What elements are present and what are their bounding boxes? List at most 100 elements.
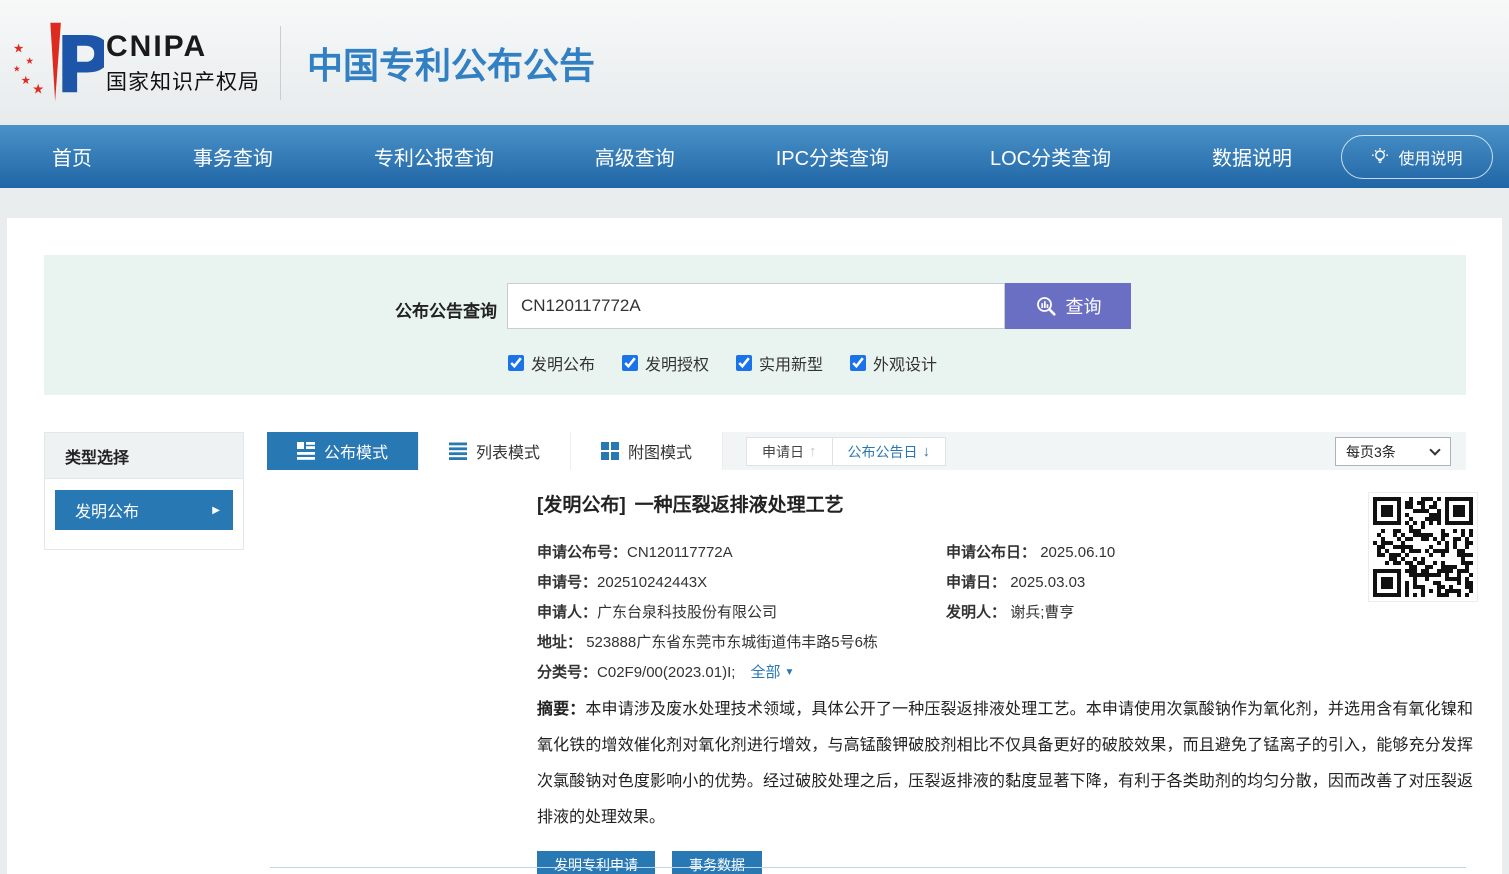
field-row: 地址： 523888广东省东莞市东城街道伟丰路5号6栋 [537, 628, 1473, 658]
help-button[interactable]: 使用说明 [1341, 135, 1493, 179]
patent-title[interactable]: [发明公布] 一种压裂返排液处理工艺 [537, 490, 1473, 517]
applicant: 广东台泉科技股份有限公司 [597, 598, 777, 628]
nav-item-advanced-query[interactable]: 高级查询 [595, 142, 675, 171]
nav-item-gazette-query[interactable]: 专利公报查询 [374, 142, 494, 171]
checkbox-invention-grant[interactable] [622, 355, 638, 371]
tab-publication-mode[interactable]: 公布模式 [267, 432, 419, 470]
action-row: 发明专利申请 事务数据 [537, 851, 1473, 874]
sidebar-item-label: 发明公布 [75, 498, 139, 522]
figure-mode-icon [601, 442, 619, 460]
search-chart-icon [1035, 295, 1057, 317]
filter-invention-grant[interactable]: 发明授权 [622, 351, 709, 375]
abstract-label: 摘要： [537, 701, 585, 718]
field-row: 分类号： C02F9/00(2023.01)I; 全部 ▼ [537, 658, 1473, 688]
filter-invention-publication[interactable]: 发明公布 [508, 351, 595, 375]
sort-label: 申请日 [762, 442, 804, 462]
nav-item-loc-query[interactable]: LOC分类查询 [990, 142, 1111, 171]
sort-by-application-date[interactable]: 申请日 ↑ [747, 438, 832, 465]
field-row: 申请公布号： CN120117772A 申请公布日： 2025.06.10 [537, 538, 1473, 568]
search-input[interactable] [507, 283, 1005, 329]
svg-text:★: ★ [32, 81, 44, 96]
triangle-down-icon: ▼ [784, 658, 794, 688]
sort-by-publication-date[interactable]: 公布公告日 ↓ [832, 438, 946, 465]
svg-text:★: ★ [13, 63, 21, 73]
site-header: ★ ★ ★ ★ ★ P CNIPA 国家知识产权局 中国专利公布公告 [0, 0, 1509, 125]
filter-label: 外观设计 [873, 351, 937, 375]
field-row: 申请号： 202510242443X 申请日： 2025.03.03 [537, 568, 1473, 598]
checkbox-utility-model[interactable] [736, 355, 752, 371]
search-button[interactable]: 查询 [1005, 283, 1131, 329]
search-button-label: 查询 [1066, 293, 1102, 319]
page: ★ ★ ★ ★ ★ P CNIPA 国家知识产权局 中国专利公布公告 首页 事务… [0, 0, 1509, 874]
abstract-text: 本申请涉及废水处理技术领域，具体公开了一种压裂返排液处理工艺。本申请使用次氯酸钠… [537, 701, 1473, 826]
tab-label: 附图模式 [628, 439, 692, 463]
chevron-right-icon: ▶ [212, 505, 220, 516]
nav-item-transaction-query[interactable]: 事务查询 [193, 142, 273, 171]
sort-label: 公布公告日 [848, 442, 918, 462]
tab-label: 公布模式 [324, 439, 388, 463]
nav-item-data-description[interactable]: 数据说明 [1212, 142, 1292, 171]
checkbox-invention-publication[interactable] [508, 355, 524, 371]
logo-text: CNIPA 国家知识产权局 [106, 30, 260, 96]
sort-up-icon: ↑ [809, 443, 817, 460]
checkbox-design[interactable] [850, 355, 866, 371]
filter-label: 发明授权 [645, 351, 709, 375]
qr-code [1368, 492, 1478, 602]
content-card: 公布公告查询 查询 发明公布 发明授权 [7, 218, 1502, 874]
field-row: 申请人： 广东台泉科技股份有限公司 发明人： 谢兵;曹亨 [537, 598, 1473, 628]
type-sidebar: 类型选择 发明公布 ▶ [44, 432, 244, 550]
field-label: 申请日： [946, 574, 1006, 591]
page-size-select[interactable]: 每页3条 [1335, 437, 1451, 466]
result-divider [270, 867, 1466, 868]
svg-text:★: ★ [25, 55, 34, 66]
tab-figure-mode[interactable]: 附图模式 [571, 432, 723, 470]
logo-acronym: CNIPA [106, 30, 260, 64]
search-label: 公布公告查询 [44, 297, 497, 322]
field-label: 申请公布号： [537, 538, 627, 568]
nav-items: 首页 事务查询 专利公报查询 高级查询 IPC分类查询 LOC分类查询 数据说明 [52, 125, 1292, 188]
patent-type-badge: [发明公布] [537, 495, 626, 516]
publication-number: CN120117772A [627, 538, 733, 568]
cnipa-emblem-icon: ★ ★ ★ ★ ★ P [12, 17, 104, 109]
field-label: 分类号： [537, 658, 597, 688]
nav-item-ipc-query[interactable]: IPC分类查询 [776, 142, 889, 171]
filter-design[interactable]: 外观设计 [850, 351, 937, 375]
search-panel: 公布公告查询 查询 发明公布 发明授权 [44, 255, 1466, 395]
sort-controls: 申请日 ↑ 公布公告日 ↓ [746, 437, 946, 466]
cnipa-logo[interactable]: ★ ★ ★ ★ ★ P CNIPA 国家知识产权局 [12, 17, 260, 109]
invention-application-button[interactable]: 发明专利申请 [537, 851, 655, 874]
publication-mode-icon [297, 442, 315, 460]
abstract: 摘要：本申请涉及废水处理技术领域，具体公开了一种压裂返排液处理工艺。本申请使用次… [537, 692, 1473, 836]
nav-item-home[interactable]: 首页 [52, 142, 92, 171]
sidebar-title: 类型选择 [45, 433, 243, 479]
sidebar-item-invention-publication[interactable]: 发明公布 ▶ [55, 490, 233, 530]
svg-text:★: ★ [13, 41, 24, 55]
transaction-data-button[interactable]: 事务数据 [672, 851, 762, 874]
publication-date: 2025.06.10 [1040, 544, 1115, 561]
filter-label: 发明公布 [531, 351, 595, 375]
application-number: 202510242443X [597, 568, 707, 598]
sort-down-icon: ↓ [923, 443, 931, 460]
tab-label: 列表模式 [476, 439, 540, 463]
list-mode-icon [449, 442, 467, 460]
filter-label: 实用新型 [759, 351, 823, 375]
field-label: 申请公布日： [946, 544, 1036, 561]
patent-type-filters: 发明公布 发明授权 实用新型 外观设计 [508, 351, 937, 375]
field-label: 地址： [537, 634, 582, 651]
patent-title-text: 一种压裂返排液处理工艺 [635, 495, 844, 516]
help-button-label: 使用说明 [1398, 145, 1462, 169]
patent-result-item: [发明公布] 一种压裂返排液处理工艺 申请公布号： CN120117772A 申请… [537, 490, 1473, 874]
page-size-select-wrap: 每页3条 [1335, 437, 1451, 466]
results-toolbar: 公布模式 列表模式 附图模式 [267, 432, 1466, 470]
tab-list-mode[interactable]: 列表模式 [419, 432, 571, 470]
classification-expand-link[interactable]: 全部 ▼ [750, 658, 794, 688]
site-title: 中国专利公布公告 [307, 37, 595, 89]
header-divider [280, 26, 281, 100]
field-label: 发明人： [946, 604, 1006, 621]
logo-org-name: 国家知识产权局 [106, 66, 260, 96]
application-date: 2025.03.03 [1010, 574, 1085, 591]
svg-text:P: P [55, 19, 104, 108]
expand-link-label: 全部 [750, 658, 780, 688]
address: 523888广东省东莞市东城街道伟丰路5号6栋 [586, 634, 878, 651]
filter-utility-model[interactable]: 实用新型 [736, 351, 823, 375]
